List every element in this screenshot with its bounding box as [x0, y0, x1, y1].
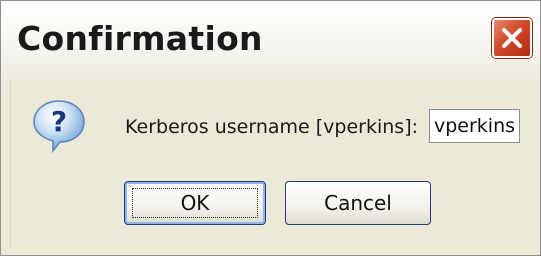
dialog-body [10, 81, 537, 247]
close-icon [502, 28, 522, 48]
ok-button[interactable]: OK [124, 181, 266, 225]
svg-text:?: ? [51, 105, 67, 138]
dialog-title: Confirmation [17, 19, 263, 58]
ok-button-label: OK [180, 191, 210, 215]
title-bar[interactable]: Confirmation [1, 1, 540, 81]
username-prompt-label: Kerberos username [vperkins]: [125, 116, 419, 138]
kerberos-username-input[interactable] [429, 109, 520, 143]
close-button[interactable] [492, 18, 532, 58]
confirmation-dialog: Confirmation ? Kerberos username [vperki… [0, 0, 541, 256]
cancel-button-label: Cancel [324, 191, 392, 215]
cancel-button[interactable]: Cancel [285, 181, 431, 225]
question-icon: ? [33, 100, 85, 154]
